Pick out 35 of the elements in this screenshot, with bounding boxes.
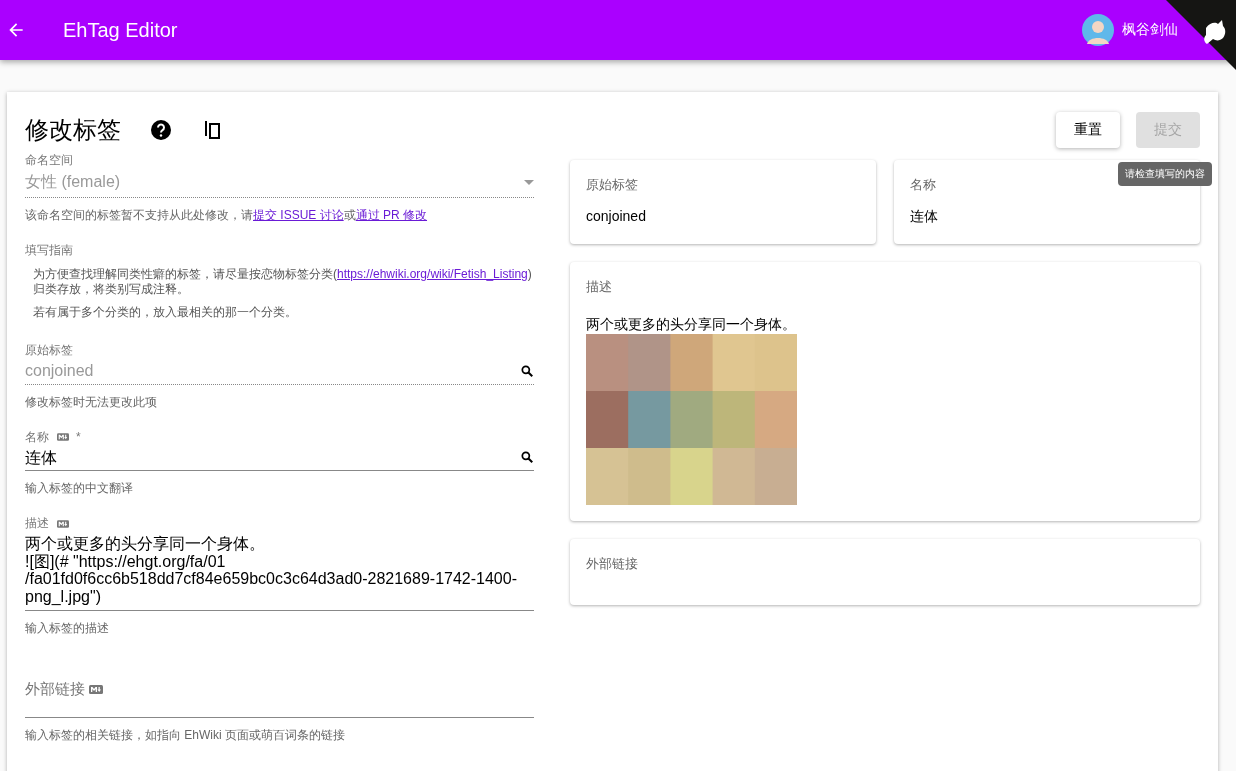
field-hint: 修改标签时无法更改此项 — [25, 393, 158, 411]
app-title: EhTag Editor — [63, 18, 178, 42]
link-field[interactable]: 外部链接 — [25, 676, 534, 718]
card-text: 连体 — [910, 208, 939, 226]
field-label: 命名空间 — [25, 152, 74, 169]
link[interactable]: https://ehwiki.org/wiki/Fetish_Listing — [337, 267, 528, 281]
field-label: 描述 — [25, 515, 534, 533]
card-title: 原始标签 — [586, 176, 639, 194]
help-icon[interactable] — [149, 118, 173, 142]
guide-paragraph: 为方便查找理解同类性癖的标签，请尽量按恋物标签分类(https://ehwiki.org/wiki/Fetish_Listing)归类存放，将类别写成注释。 — [33, 267, 533, 297]
card-title: 名称 — [910, 176, 937, 194]
field-hint: 输入标签的相关链接，如指向 EhWiki 页面或萌百词条的链接 — [25, 726, 346, 744]
reset-button[interactable]: 重置 — [1056, 112, 1120, 148]
guide-paragraph: 若有属于多个分类的，放入最相关的那一个分类。 — [33, 305, 298, 320]
field-label: 名称 * — [25, 428, 82, 446]
field-label: 原始标签 — [25, 342, 74, 359]
card-title: 外部链接 — [586, 555, 639, 573]
card-text: 两个或更多的头分享同一个身体。 — [586, 316, 797, 334]
tooltip: 请检查填写的内容 — [1118, 162, 1212, 186]
field-hint: 输入标签的描述 — [25, 619, 110, 637]
markdown-icon — [89, 684, 103, 694]
user-avatar[interactable] — [1082, 14, 1114, 46]
page-title: 修改标签 — [25, 115, 121, 145]
text-field[interactable]: 连体 — [25, 445, 534, 472]
guide-title: 填写指南 — [25, 242, 74, 259]
dropdown-caret-icon — [524, 180, 534, 185]
markdown-icon — [57, 433, 69, 442]
markdown-icon — [57, 519, 69, 528]
field-hint: 该命名空间的标签暂不支持从此处修改，请提交 ISSUE 讨论或通过 PR 修改 — [25, 207, 429, 224]
user-name[interactable]: 枫谷剑仙 — [1122, 21, 1178, 39]
description-textarea[interactable]: 两个或更多的头分享同一个身体。 ![图](# "https://ehgt.org/fa/01 /fa01fd0f6cc6b518dd7cf84e659bc0c3c64d3ad0-2821689-1742-1400- png_l.jpg") — [25, 532, 534, 611]
card-text: conjoined — [586, 208, 647, 224]
field-hint: 输入标签的中文翻译 — [25, 480, 134, 498]
card-title: 描述 — [586, 278, 613, 296]
search-icon[interactable] — [520, 450, 534, 465]
